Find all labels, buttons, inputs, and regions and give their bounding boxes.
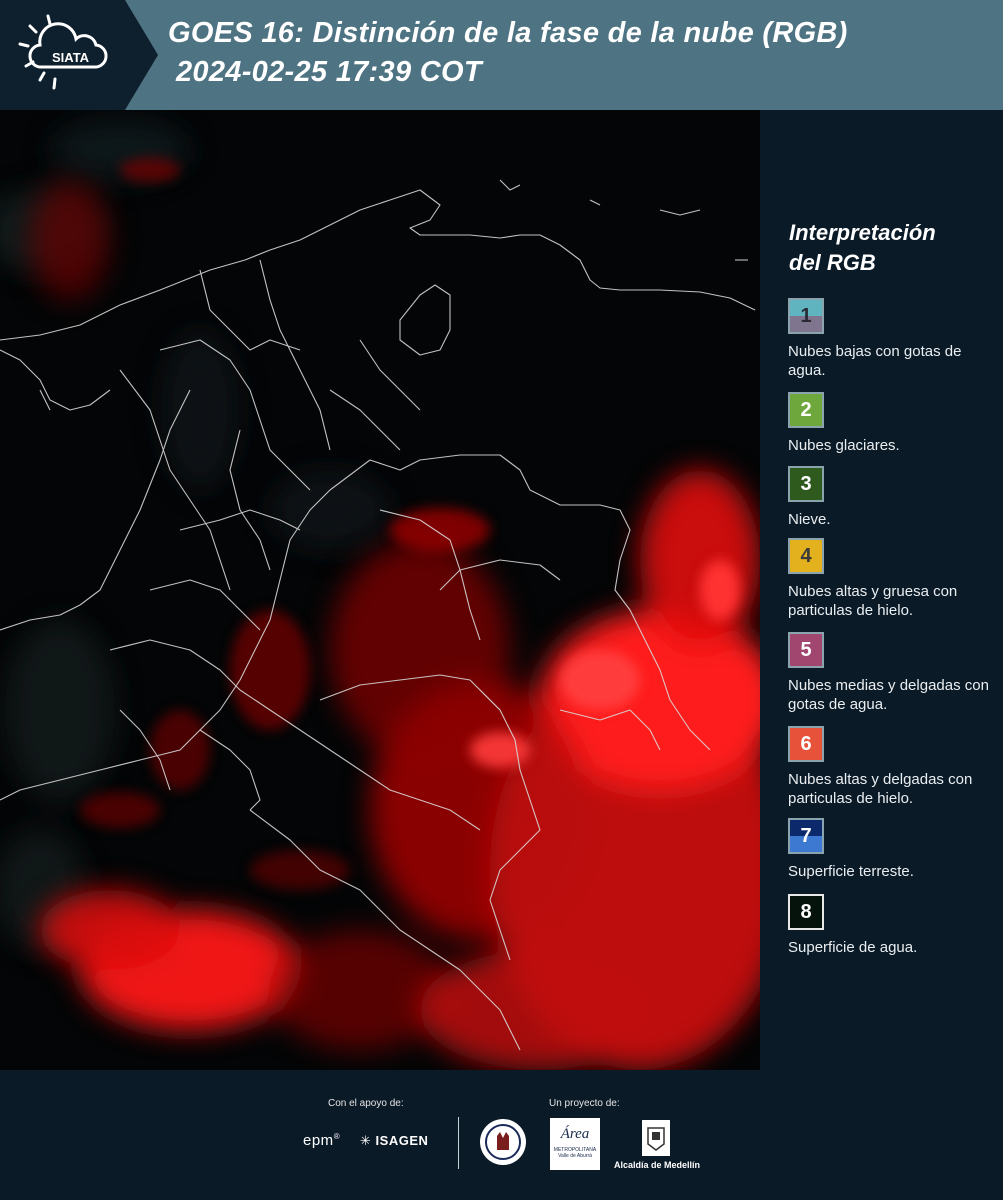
siata-logo-text: SIATA: [52, 50, 90, 65]
isagen-icon: ✳: [360, 1133, 372, 1148]
project-caption: Un proyecto de:: [549, 1098, 620, 1109]
isagen-logo-text: ISAGEN: [375, 1133, 429, 1148]
isagen-logo: ✳ ISAGEN: [360, 1133, 428, 1149]
epm-logo-text: epm: [303, 1132, 334, 1149]
legend-title-line-1: Interpretación: [789, 220, 936, 245]
legend-number-7: 7: [800, 824, 812, 847]
legend-swatch-3: 3: [788, 466, 824, 502]
legend-label-3: Nieve.: [788, 511, 831, 528]
alcaldia-label: Alcaldía de Medellín: [614, 1160, 701, 1170]
legend-item-7: 7 Superficie terreste.: [788, 818, 1000, 881]
legend-label-5: Nubes medias y delgadas con gotas de agu…: [788, 677, 989, 713]
legend-item-5: 5 Nubes medias y delgadas con gotas de a…: [788, 632, 1000, 714]
support-caption: Con el apoyo de:: [328, 1098, 404, 1109]
legend-label-4: Nubes altas y gruesa con particulas de h…: [788, 583, 958, 619]
legend-swatch-8: 8: [788, 894, 824, 930]
legend-item-1: 1 Nubes bajas con gotas de agua.: [788, 298, 1000, 380]
epm-logo: epm®: [303, 1132, 341, 1149]
area-logo-sub2: Valle de Aburrá: [558, 1153, 592, 1159]
header-bar: SIATA GOES 16: Distinción de la fase de …: [0, 0, 1003, 110]
title-line-1: GOES 16: Distinción de la fase de la nub…: [168, 17, 848, 49]
legend-swatch-2: 2: [788, 392, 824, 428]
legend-panel: Interpretación del RGB 1 Nubes bajas con…: [760, 110, 1003, 1070]
footer-divider: [458, 1117, 459, 1169]
legend-label-6: Nubes altas y delgadas con particulas de…: [788, 771, 973, 807]
legend-item-2: 2 Nubes glaciares.: [788, 392, 1000, 455]
area-logo-name: Área: [560, 1126, 590, 1142]
legend-number-5: 5: [800, 638, 812, 661]
legend-label-8: Superficie de agua.: [788, 939, 918, 956]
legend-item-3: 3 Nieve.: [788, 466, 1000, 529]
legend-number-4: 4: [800, 544, 812, 567]
title-line-2: 2024-02-25 17:39 COT: [176, 56, 482, 88]
legend-label-7: Superficie terreste.: [788, 863, 914, 880]
legend-swatch-5: 5: [788, 632, 824, 668]
satellite-map: [0, 110, 760, 1070]
legend-item-4: 4 Nubes altas y gruesa con particulas de…: [788, 538, 1000, 620]
page-title: GOES 16: Distinción de la fase de la nub…: [168, 14, 848, 92]
alcaldia-shield-icon: [642, 1120, 670, 1156]
legend-item-8: 8 Superficie de agua.: [788, 894, 1000, 957]
legend-swatch-6: 6: [788, 726, 824, 762]
legend-label-1: Nubes bajas con gotas de agua.: [788, 343, 962, 379]
area-metropolitana-logo: Área METROPOLITANA Valle de Aburrá: [550, 1118, 600, 1170]
legend-number-2: 2: [800, 398, 812, 421]
legend-swatch-7: 7: [788, 818, 824, 854]
legend-title-line-2: del RGB: [789, 250, 876, 275]
logo-panel: SIATA: [0, 0, 158, 110]
legend-swatch-4: 4: [788, 538, 824, 574]
seal-icon: [480, 1119, 526, 1165]
legend-item-6: 6 Nubes altas y delgadas con particulas …: [788, 726, 1000, 808]
legend-number-3: 3: [800, 472, 812, 495]
legend-title: Interpretación del RGB: [789, 218, 936, 278]
legend-swatch-1: 1: [788, 298, 824, 334]
legend-number-6: 6: [800, 732, 812, 755]
legend-label-2: Nubes glaciares.: [788, 437, 900, 454]
legend-number-8: 8: [800, 900, 812, 923]
footer-bar: Con el apoyo de: Un proyecto de: epm® ✳ …: [0, 1070, 1003, 1200]
legend-number-1: 1: [800, 304, 812, 327]
